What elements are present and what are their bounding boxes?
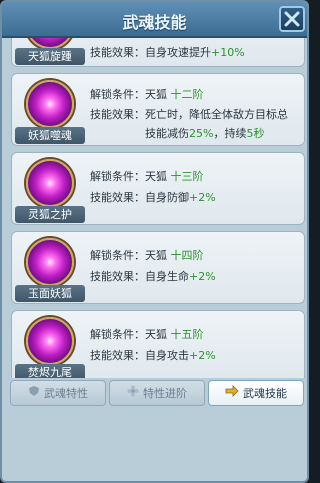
skill-card[interactable]: 灵狐之护 解锁条件：天狐 十三阶 技能效果：自身防御+2% (11, 152, 305, 225)
close-icon (284, 11, 300, 27)
skill-list[interactable]: 天狐旋踵 技能效果：自身攻速提升+10% 妖狐噬魂 解锁条件：天狐 十二阶 技能… (11, 38, 305, 378)
skill-effect: 技能效果：自身生命+2% (90, 270, 216, 283)
skills-panel: 武魂技能 天狐旋踵 技能效果：自身攻速提升+10% 妖狐噬魂 解锁条件：天狐 十… (0, 0, 309, 483)
panel-title: 武魂技能 (122, 13, 187, 32)
tab-soul-traits[interactable]: 武魂特性 (10, 380, 106, 406)
skill-icon (26, 80, 74, 128)
shield-icon (28, 381, 40, 407)
unlock-condition: 解锁条件：天狐 十二阶 (90, 88, 204, 101)
skill-card[interactable]: 妖狐噬魂 解锁条件：天狐 十二阶 技能效果：死亡时，降低全体敌方目标总 技能减伤… (11, 73, 305, 146)
skill-name: 玉面妖狐 (15, 285, 85, 302)
arrow-right-icon (225, 381, 239, 407)
skill-card[interactable]: 玉面妖狐 解锁条件：天狐 十四阶 技能效果：自身生命+2% (11, 231, 305, 304)
skill-name: 天狐旋踵 (15, 48, 85, 65)
panel-header: 武魂技能 (2, 2, 307, 38)
flower-icon (127, 381, 139, 407)
skill-name: 灵狐之护 (15, 206, 85, 223)
skill-card[interactable]: 天狐旋踵 技能效果：自身攻速提升+10% (11, 38, 305, 67)
skill-effect: 技能效果：自身攻击+2% (90, 349, 216, 362)
skill-icon (26, 238, 74, 286)
skill-effect: 技能效果：自身防御+2% (90, 191, 216, 204)
tab-soul-skills[interactable]: 武魂技能 (208, 380, 304, 406)
tab-trait-advance[interactable]: 特性进阶 (109, 380, 205, 406)
skill-effect: 技能效果：死亡时，降低全体敌方目标总 (90, 108, 288, 121)
bottom-tabs: 武魂特性 特性进阶 武魂技能 (10, 380, 304, 408)
unlock-condition: 解锁条件：天狐 十四阶 (90, 249, 204, 262)
skill-effect-continued: 技能减伤25%，持续5秒 (145, 127, 265, 140)
close-button[interactable] (279, 6, 305, 32)
unlock-condition: 解锁条件：天狐 十五阶 (90, 328, 204, 341)
skill-name: 焚烬九尾 (15, 364, 85, 378)
unlock-condition: 解锁条件：天狐 十三阶 (90, 170, 204, 183)
skill-effect: 技能效果：自身攻速提升+10% (90, 46, 245, 59)
skill-name: 妖狐噬魂 (15, 127, 85, 144)
skill-icon (26, 317, 74, 365)
skill-icon (26, 159, 74, 207)
skill-card[interactable]: 焚烬九尾 解锁条件：天狐 十五阶 技能效果：自身攻击+2% (11, 310, 305, 378)
